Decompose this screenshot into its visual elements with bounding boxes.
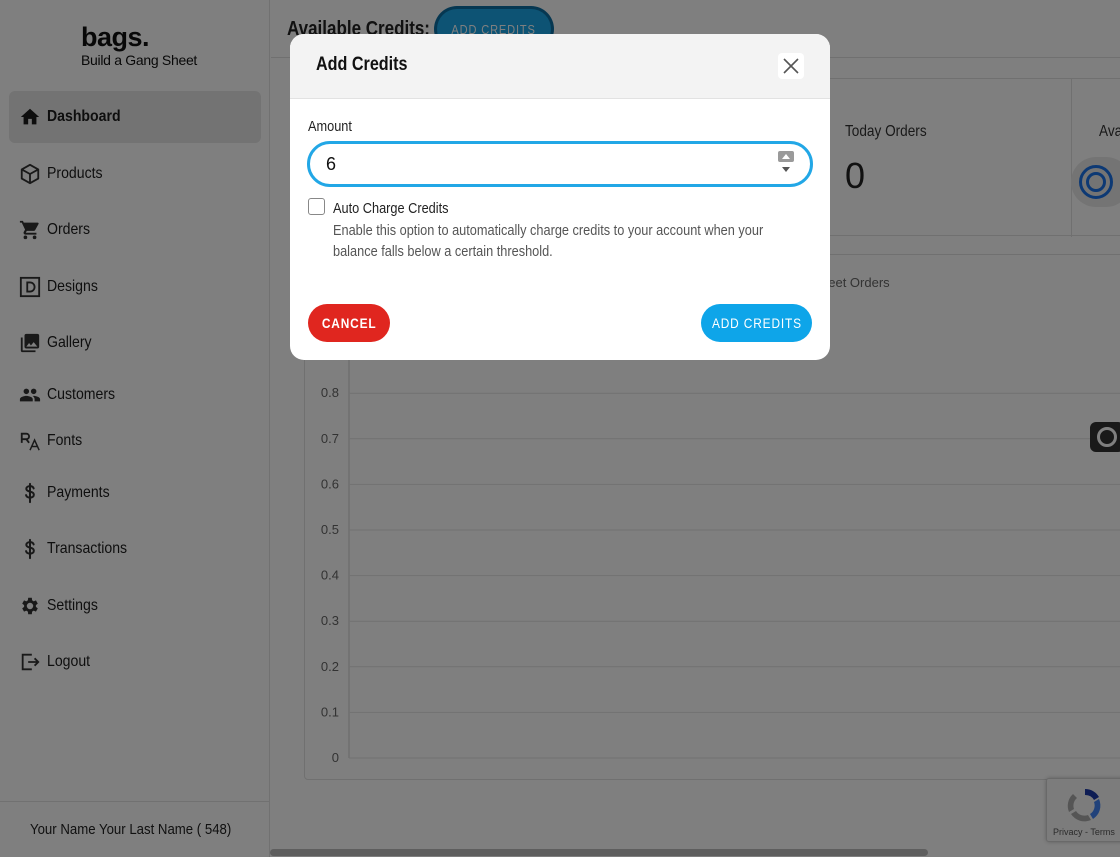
dialog-header: Add Credits [290,34,830,99]
increment-icon[interactable] [778,151,794,162]
add-credits-dialog: Add Credits Amount Auto Charge Credits E… [290,34,830,360]
auto-charge-description: Enable this option to automatically char… [333,222,764,260]
amount-spinner[interactable] [778,151,794,175]
amount-label: Amount [308,118,352,135]
add-credits-button[interactable]: ADD CREDITS [701,304,812,342]
decrement-icon[interactable] [778,164,794,175]
auto-charge-checkbox[interactable] [308,198,325,215]
close-icon [783,58,799,74]
close-button[interactable] [778,53,804,79]
add-credits-label: ADD CREDITS [711,315,802,331]
dialog-title: Add Credits [316,54,408,75]
amount-input[interactable] [307,141,813,187]
cancel-label: CANCEL [321,315,377,331]
cancel-button[interactable]: CANCEL [308,304,390,342]
auto-charge-label: Auto Charge Credits [333,200,449,217]
